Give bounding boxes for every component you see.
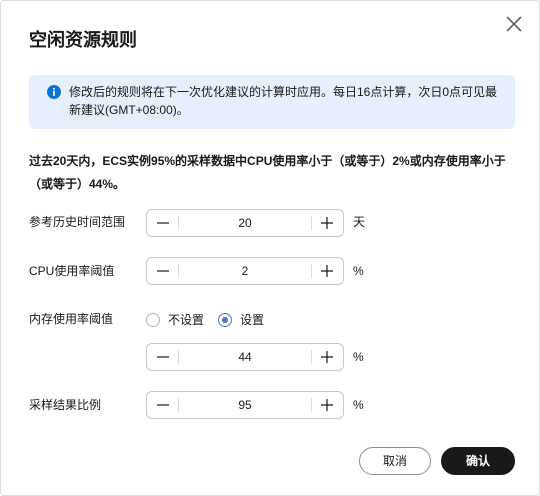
cpu-increment-button[interactable] — [311, 258, 343, 284]
cpu-threshold-input[interactable]: 2 — [180, 258, 310, 284]
sample-decrement-button[interactable] — [147, 392, 179, 418]
close-icon[interactable] — [505, 15, 523, 33]
memory-option-not-set[interactable]: 不设置 — [146, 311, 204, 328]
memory-threshold-stepper: 44 — [146, 343, 344, 371]
cpu-decrement-button[interactable] — [147, 258, 179, 284]
memory-option-set[interactable]: 设置 — [218, 311, 264, 328]
cpu-threshold-unit: % — [353, 264, 364, 278]
divider — [178, 398, 179, 412]
plus-icon — [321, 217, 333, 229]
divider — [178, 350, 179, 364]
sample-increment-button[interactable] — [311, 392, 343, 418]
memory-increment-button[interactable] — [311, 344, 343, 370]
plus-icon — [321, 399, 333, 411]
memory-threshold-label: 内存使用率阈值 — [29, 312, 114, 326]
history-decrement-button[interactable] — [147, 210, 179, 236]
sample-ratio-label: 采样结果比例 — [29, 398, 102, 412]
history-range-unit: 天 — [353, 215, 366, 229]
radio-label: 设置 — [240, 313, 265, 327]
memory-decrement-button[interactable] — [147, 344, 179, 370]
plus-icon — [321, 351, 333, 363]
minus-icon — [157, 270, 169, 272]
confirm-button[interactable]: 确认 — [441, 447, 515, 475]
info-notice: 修改后的规则将在下一次优化建议的计算时应用。每日16点计算，次日0点可见最新建议… — [29, 75, 515, 129]
divider — [178, 216, 179, 230]
minus-icon — [157, 222, 169, 224]
radio-selected-icon — [218, 312, 232, 327]
history-range-label: 参考历史时间范围 — [29, 215, 126, 229]
divider — [178, 264, 179, 278]
rule-summary: 过去20天内，ECS实例95%的采样数据中CPU使用率小于（或等于）2%或内存使… — [29, 154, 506, 191]
radio-unselected-icon — [146, 312, 160, 327]
sample-ratio-unit: % — [353, 398, 364, 412]
history-range-stepper: 20 — [146, 209, 344, 237]
radio-label: 不设置 — [168, 313, 205, 327]
notice-text: 修改后的规则将在下一次优化建议的计算时应用。每日16点计算，次日0点可见最新建议… — [69, 85, 498, 117]
history-increment-button[interactable] — [311, 210, 343, 236]
dialog-title: 空闲资源规则 — [29, 30, 137, 50]
idle-resource-rule-dialog: 空闲资源规则 修改后的规则将在下一次优化建议的计算时应用。每日16点计算，次日0… — [0, 0, 540, 496]
cpu-threshold-stepper: 2 — [146, 257, 344, 285]
info-icon — [47, 85, 61, 99]
sample-ratio-stepper: 95 — [146, 391, 344, 419]
memory-threshold-unit: % — [353, 350, 364, 364]
minus-icon — [157, 404, 169, 406]
minus-icon — [157, 356, 169, 358]
history-range-input[interactable]: 20 — [180, 210, 310, 236]
memory-threshold-input[interactable]: 44 — [180, 344, 310, 370]
cancel-button[interactable]: 取消 — [359, 447, 431, 475]
sample-ratio-input[interactable]: 95 — [180, 392, 310, 418]
plus-icon — [321, 265, 333, 277]
cpu-threshold-label: CPU使用率阈值 — [29, 264, 115, 278]
